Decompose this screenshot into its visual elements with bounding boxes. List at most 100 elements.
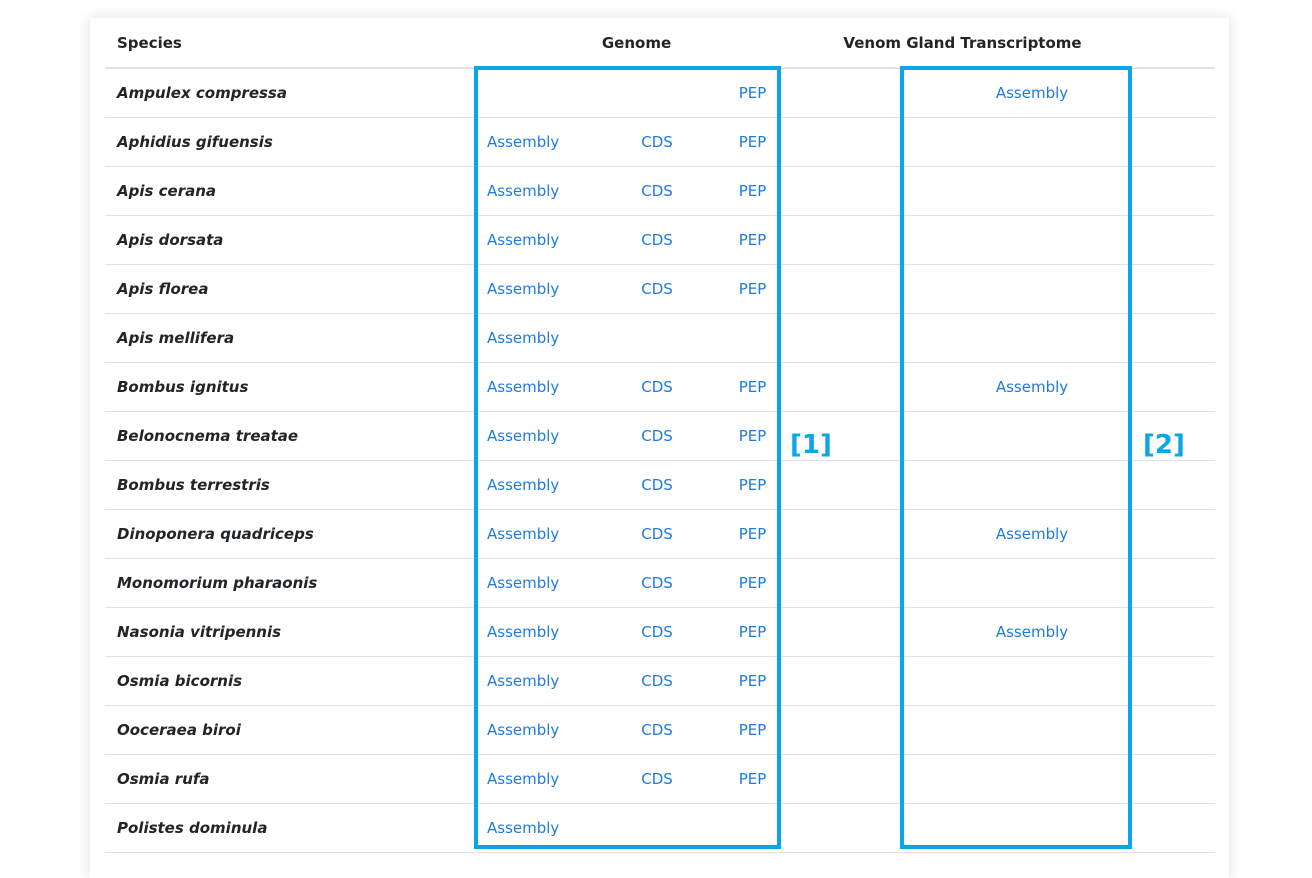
genome-pep-link[interactable]: PEP xyxy=(739,280,767,298)
genome-assembly-link[interactable]: Assembly xyxy=(487,182,559,200)
venom-assembly-cell: Assembly xyxy=(917,362,1147,412)
genome-cds-link[interactable]: CDS xyxy=(641,427,673,445)
genome-cds-link[interactable]: CDS xyxy=(641,280,673,298)
genome-cds-link[interactable]: CDS xyxy=(641,133,673,151)
spacer-cell xyxy=(798,264,917,314)
genome-assembly-link[interactable]: Assembly xyxy=(487,476,559,494)
genome-pep-link[interactable]: PEP xyxy=(739,476,767,494)
genome-assembly-link[interactable]: Assembly xyxy=(487,525,559,543)
genome-pep-link[interactable]: PEP xyxy=(739,770,767,788)
genome-assembly-cell: Assembly xyxy=(475,215,607,265)
species-name: Apis cerana xyxy=(105,166,475,216)
genome-assembly-link[interactable]: Assembly xyxy=(487,329,559,347)
venom-assembly-cell xyxy=(917,264,1147,314)
spacer-cell xyxy=(798,607,917,657)
spacer-cell xyxy=(1147,656,1216,706)
genome-pep-link[interactable]: PEP xyxy=(739,182,767,200)
genome-cds-link[interactable]: CDS xyxy=(641,770,673,788)
genome-pep-link[interactable]: PEP xyxy=(739,525,767,543)
genome-assembly-link[interactable]: Assembly xyxy=(487,819,559,837)
spacer-cell xyxy=(798,803,917,853)
table-header-row: Species Genome Venom Gland Transcriptome xyxy=(105,19,1216,69)
genome-assembly-cell: Assembly xyxy=(475,558,607,608)
header-species: Species xyxy=(105,19,475,69)
spacer-cell xyxy=(1147,264,1216,314)
genome-pep-link[interactable]: PEP xyxy=(739,231,767,249)
spacer-cell xyxy=(1147,558,1216,608)
genome-cds-cell xyxy=(607,313,707,363)
genome-cds-link[interactable]: CDS xyxy=(641,476,673,494)
spacer-cell xyxy=(798,656,917,706)
header-venom-gland-transcriptome: Venom Gland Transcriptome xyxy=(798,19,1216,69)
venom-assembly-cell xyxy=(917,705,1147,755)
genome-assembly-link[interactable]: Assembly xyxy=(487,770,559,788)
genome-pep-link[interactable]: PEP xyxy=(739,623,767,641)
genome-cds-link[interactable]: CDS xyxy=(641,525,673,543)
genome-cds-link[interactable]: CDS xyxy=(641,231,673,249)
genome-pep-link[interactable]: PEP xyxy=(739,721,767,739)
genome-cds-cell: CDS xyxy=(607,117,707,167)
venom-assembly-cell xyxy=(917,215,1147,265)
genome-pep-cell: PEP xyxy=(707,607,798,657)
genome-assembly-cell: Assembly xyxy=(475,313,607,363)
genome-cds-link[interactable]: CDS xyxy=(641,574,673,592)
species-name: Ooceraea biroi xyxy=(105,705,475,755)
genome-cds-cell xyxy=(607,803,707,853)
spacer-cell xyxy=(1147,166,1216,216)
genome-pep-cell: PEP xyxy=(707,264,798,314)
table-row: Aphidius gifuensis Assembly CDS PEP xyxy=(105,117,1216,167)
header-genome: Genome xyxy=(475,19,798,69)
genome-pep-link[interactable]: PEP xyxy=(739,427,767,445)
genome-pep-cell: PEP xyxy=(707,68,798,118)
genome-cds-cell: CDS xyxy=(607,460,707,510)
genome-pep-link[interactable]: PEP xyxy=(739,672,767,690)
genome-pep-cell: PEP xyxy=(707,362,798,412)
genome-box-label: [1] xyxy=(790,430,832,460)
genome-assembly-link[interactable]: Assembly xyxy=(487,427,559,445)
genome-cds-link[interactable]: CDS xyxy=(641,623,673,641)
genome-pep-link[interactable]: PEP xyxy=(739,574,767,592)
venom-assembly-link[interactable]: Assembly xyxy=(996,525,1068,543)
spacer-cell xyxy=(798,558,917,608)
species-name: Dinoponera quadriceps xyxy=(105,509,475,559)
genome-assembly-link[interactable]: Assembly xyxy=(487,133,559,151)
genome-pep-link[interactable]: PEP xyxy=(739,84,767,102)
genome-cds-link[interactable]: CDS xyxy=(641,721,673,739)
spacer-cell xyxy=(1147,803,1216,853)
venom-assembly-cell: Assembly xyxy=(917,68,1147,118)
venom-assembly-link[interactable]: Assembly xyxy=(996,623,1068,641)
species-name: Monomorium pharaonis xyxy=(105,558,475,608)
venom-assembly-cell xyxy=(917,656,1147,706)
genome-assembly-link[interactable]: Assembly xyxy=(487,623,559,641)
table-row: Ampulex compressa PEP Assembly xyxy=(105,68,1216,118)
genome-cds-link[interactable]: CDS xyxy=(641,672,673,690)
venom-assembly-cell xyxy=(917,460,1147,510)
genome-pep-link[interactable]: PEP xyxy=(739,133,767,151)
spacer-cell xyxy=(1147,313,1216,363)
genome-assembly-link[interactable]: Assembly xyxy=(487,231,559,249)
species-name: Osmia rufa xyxy=(105,754,475,804)
spacer-cell xyxy=(1147,754,1216,804)
genome-pep-link[interactable]: PEP xyxy=(739,378,767,396)
genome-assembly-link[interactable]: Assembly xyxy=(487,280,559,298)
genome-assembly-cell: Assembly xyxy=(475,754,607,804)
genome-assembly-link[interactable]: Assembly xyxy=(487,574,559,592)
venom-assembly-link[interactable]: Assembly xyxy=(996,84,1068,102)
genome-cds-cell: CDS xyxy=(607,705,707,755)
spacer-cell xyxy=(798,460,917,510)
spacer-cell xyxy=(798,117,917,167)
species-name: Aphidius gifuensis xyxy=(105,117,475,167)
genome-cds-cell: CDS xyxy=(607,656,707,706)
genome-assembly-link[interactable]: Assembly xyxy=(487,721,559,739)
genome-assembly-cell: Assembly xyxy=(475,411,607,461)
genome-assembly-cell: Assembly xyxy=(475,656,607,706)
genome-cds-link[interactable]: CDS xyxy=(641,378,673,396)
venom-assembly-link[interactable]: Assembly xyxy=(996,378,1068,396)
species-table: Species Genome Venom Gland Transcriptome… xyxy=(105,19,1216,853)
genome-pep-cell xyxy=(707,803,798,853)
genome-assembly-link[interactable]: Assembly xyxy=(487,378,559,396)
genome-cds-cell: CDS xyxy=(607,411,707,461)
genome-cds-link[interactable]: CDS xyxy=(641,182,673,200)
species-name: Nasonia vitripennis xyxy=(105,607,475,657)
genome-assembly-link[interactable]: Assembly xyxy=(487,672,559,690)
